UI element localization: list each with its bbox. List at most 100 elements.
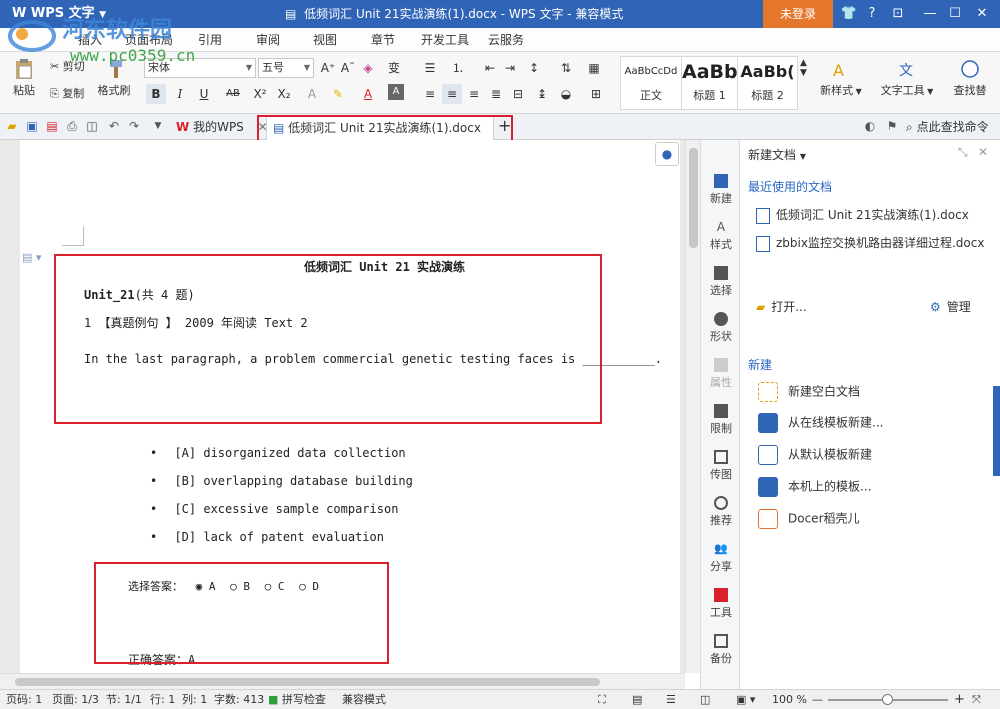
bullet-list-icon[interactable]: ☰ bbox=[420, 58, 440, 78]
sidebar-item-upload-image[interactable]: 传图 bbox=[701, 450, 741, 482]
option-b[interactable]: • [B] overlapping database building bbox=[150, 474, 413, 488]
superscript-button[interactable]: X² bbox=[250, 84, 270, 104]
print-preview-icon[interactable]: ◫ bbox=[84, 118, 100, 134]
new-blank-doc[interactable]: 新建空白文档 bbox=[758, 382, 860, 402]
sidebar-item-backup[interactable]: 备份 bbox=[701, 634, 741, 666]
reading-mode-icon[interactable]: ▣ ▾ bbox=[736, 690, 755, 709]
copy-button[interactable]: ⎘ 复制 bbox=[50, 85, 84, 101]
strikethrough-button[interactable]: AB bbox=[220, 84, 246, 104]
decrease-indent-icon[interactable]: ⇤ bbox=[480, 58, 500, 78]
option-a[interactable]: • [A] disorganized data collection bbox=[150, 446, 406, 460]
status-col[interactable]: 列: 1 bbox=[182, 690, 207, 709]
sidebar-item-share[interactable]: 👥 分享 bbox=[701, 542, 741, 574]
open-button[interactable]: ▰ 打开... bbox=[756, 298, 807, 315]
close-pane-icon[interactable]: ✕ bbox=[978, 145, 988, 159]
shirt-skin-icon[interactable]: 👕 bbox=[838, 0, 860, 28]
char-spacing-icon[interactable]: ↕ bbox=[524, 58, 544, 78]
status-pages[interactable]: 页面: 1/3 bbox=[52, 690, 99, 709]
fit-page-icon[interactable]: ⤧ bbox=[972, 690, 981, 709]
tab-my-wps[interactable]: W 我的WPS ✕ bbox=[176, 116, 268, 140]
status-spell-check[interactable]: ■ 拼写检查 bbox=[268, 690, 326, 709]
share-doc-icon[interactable]: ⚑ bbox=[884, 118, 900, 134]
sidebar-item-shape[interactable]: 形状 bbox=[701, 312, 741, 344]
find-replace-button[interactable]: 查找替 bbox=[948, 58, 992, 98]
text-tools-button[interactable]: 文 文字工具 ▼ bbox=[876, 58, 938, 98]
new-style-button[interactable]: A 新样式 ▼ bbox=[814, 58, 868, 98]
align-left-icon[interactable]: ≡ bbox=[420, 84, 440, 104]
tab-review[interactable]: 审阅 bbox=[256, 28, 280, 52]
grow-font-icon[interactable]: A⁺ bbox=[318, 58, 338, 78]
search-command-input[interactable]: ⌕ 点此查找命令 bbox=[906, 114, 989, 140]
style-heading-2[interactable]: AaBb( 标题 2 bbox=[738, 56, 798, 110]
subscript-button[interactable]: X₂ bbox=[274, 84, 294, 104]
recent-doc-item[interactable]: zbbix监控交换机路由器详细过程.docx bbox=[756, 234, 984, 252]
pane-title[interactable]: 新建文档 ▼ bbox=[748, 146, 806, 163]
paste-button[interactable]: 粘贴 bbox=[6, 58, 42, 98]
zoom-level[interactable]: 100 % bbox=[772, 690, 807, 709]
tab-references[interactable]: 引用 bbox=[198, 28, 222, 52]
web-view-icon[interactable]: ◫ bbox=[700, 690, 710, 709]
bold-button[interactable]: B bbox=[146, 84, 166, 104]
print-icon[interactable]: ⎙ bbox=[64, 118, 80, 134]
status-page-number[interactable]: 页码: 1 bbox=[6, 690, 42, 709]
minimize-button[interactable]: — bbox=[920, 0, 940, 28]
sidebar-item-style[interactable]: A 样式 bbox=[701, 220, 741, 252]
save-icon[interactable]: ▣ bbox=[24, 118, 40, 134]
tab-developer[interactable]: 开发工具 bbox=[421, 28, 469, 52]
outline-view-icon[interactable]: ☰ bbox=[666, 690, 676, 709]
italic-button[interactable]: I bbox=[170, 84, 190, 104]
numbered-list-icon[interactable]: ⒈ bbox=[448, 58, 468, 78]
underline-button[interactable]: U bbox=[194, 84, 214, 104]
shrink-font-icon[interactable]: Aˉ bbox=[338, 58, 358, 78]
sidebar-item-new[interactable]: 新建 bbox=[701, 174, 741, 206]
export-pdf-icon[interactable]: ▤ bbox=[44, 118, 60, 134]
open-folder-icon[interactable]: ▰ bbox=[4, 118, 20, 134]
new-from-default-template[interactable]: 从默认模板新建 bbox=[758, 445, 872, 465]
tab-cloud[interactable]: 云服务 bbox=[488, 28, 524, 52]
paragraph-marker-icon[interactable]: ▤ ▾ bbox=[22, 251, 41, 264]
zoom-out-button[interactable]: — bbox=[812, 690, 823, 709]
distribute-icon[interactable]: ⊟ bbox=[508, 84, 528, 104]
sidebar-item-restrict[interactable]: 限制 bbox=[701, 404, 741, 436]
horizontal-scrollbar[interactable] bbox=[0, 673, 685, 689]
location-pin-icon[interactable]: ● bbox=[655, 142, 679, 166]
docer-link[interactable]: Docer稻壳儿 bbox=[758, 509, 860, 529]
zoom-in-button[interactable]: + bbox=[954, 690, 965, 709]
sidebar-item-select[interactable]: 选择 bbox=[701, 266, 741, 298]
clear-format-icon[interactable]: ◈ bbox=[358, 58, 378, 78]
login-button[interactable]: 未登录 bbox=[763, 0, 833, 28]
option-d[interactable]: • [D] lack of patent evaluation bbox=[150, 530, 384, 544]
sidebar-item-tools[interactable]: 工具 bbox=[701, 588, 741, 620]
pane-expand-handle[interactable] bbox=[993, 386, 1000, 476]
status-section[interactable]: 节: 1/1 bbox=[106, 690, 142, 709]
font-size-select[interactable]: 五号 ▼ bbox=[258, 58, 314, 78]
recent-doc-item[interactable]: 低频词汇 Unit 21实战演练(1).docx bbox=[756, 206, 969, 224]
table-icon[interactable]: ▦ bbox=[584, 58, 604, 78]
justify-icon[interactable]: ≣ bbox=[486, 84, 506, 104]
vertical-scroll-thumb[interactable] bbox=[689, 148, 698, 248]
highlight-icon[interactable]: ✎ bbox=[328, 84, 348, 104]
horizontal-scroll-thumb[interactable] bbox=[15, 678, 600, 686]
sidebar-item-properties[interactable]: 属性 bbox=[701, 358, 741, 390]
borders-icon[interactable]: ⊞ bbox=[586, 84, 606, 104]
phonetic-guide-icon[interactable]: 变 bbox=[384, 58, 404, 78]
maximize-button[interactable]: ☐ bbox=[945, 0, 965, 28]
close-button[interactable]: ✕ bbox=[972, 0, 992, 28]
vertical-scrollbar[interactable] bbox=[685, 140, 700, 673]
align-center-icon[interactable]: ≡ bbox=[442, 84, 462, 104]
collapse-pane-icon[interactable]: ⤡ bbox=[958, 145, 968, 160]
style-normal[interactable]: AaBbCcDd 正文 bbox=[620, 56, 682, 110]
doc-settings-icon[interactable]: ◐ bbox=[862, 118, 878, 134]
restore-layout-icon[interactable]: ⊡ bbox=[888, 0, 908, 28]
page-view-icon[interactable]: ▤ bbox=[632, 690, 642, 709]
manage-button[interactable]: ⚙ 管理 bbox=[930, 298, 971, 315]
tab-section[interactable]: 章节 bbox=[371, 28, 395, 52]
full-screen-icon[interactable]: ⛶ bbox=[598, 690, 606, 709]
sort-icon[interactable]: ⇅ bbox=[556, 58, 576, 78]
undo-icon[interactable]: ↶ bbox=[106, 118, 122, 134]
zoom-slider[interactable] bbox=[828, 694, 948, 705]
styles-scroll-icon[interactable]: ▲ ▼ bbox=[800, 58, 807, 78]
new-from-online-template[interactable]: 从在线模板新建... bbox=[758, 413, 883, 433]
status-row[interactable]: 行: 1 bbox=[150, 690, 175, 709]
font-color-icon[interactable]: A bbox=[358, 84, 378, 104]
